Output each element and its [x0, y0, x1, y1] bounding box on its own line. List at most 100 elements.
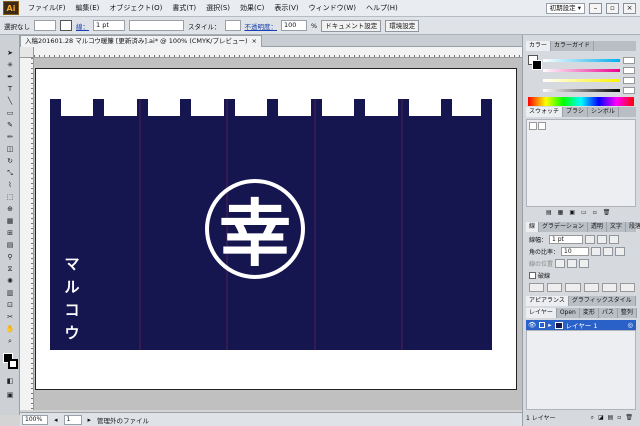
- width-tool-icon[interactable]: ⌇: [3, 181, 17, 190]
- drawing-mode-icon[interactable]: ◧: [3, 377, 17, 386]
- join-bevel-button[interactable]: [615, 247, 626, 256]
- new-color-group-icon[interactable]: ▭: [581, 209, 587, 219]
- rectangle-tool-icon[interactable]: ▭: [3, 109, 17, 118]
- tab-open[interactable]: Open: [557, 308, 580, 318]
- canvas-area[interactable]: 幸 マ ル コ ウ: [34, 58, 522, 410]
- menu-edit[interactable]: 編集(E): [71, 3, 105, 13]
- document-tab[interactable]: 入稿201601.28 マルコウ暖簾 [更新済み].ai* @ 100% (CM…: [20, 35, 262, 47]
- dash-field[interactable]: [529, 283, 545, 292]
- prev-artboard-icon[interactable]: ◂: [54, 416, 58, 424]
- dash-field[interactable]: [601, 283, 617, 292]
- yellow-slider[interactable]: [543, 77, 635, 84]
- tab-symbols[interactable]: シンボル: [588, 107, 619, 117]
- align-inside-button[interactable]: [567, 259, 578, 268]
- type-tool-icon[interactable]: T: [3, 85, 17, 94]
- ruler-origin[interactable]: [20, 47, 34, 58]
- align-outside-button[interactable]: [579, 259, 590, 268]
- fill-color-select[interactable]: [34, 20, 56, 31]
- close-tab-icon[interactable]: ×: [252, 36, 257, 47]
- menu-file[interactable]: ファイル(F): [23, 3, 71, 13]
- swatch-library-icon[interactable]: ▤: [546, 209, 552, 219]
- dashed-checkbox[interactable]: [529, 272, 536, 279]
- screen-mode-icon[interactable]: ▣: [3, 391, 17, 400]
- tab-gradient[interactable]: グラデーション: [539, 222, 588, 232]
- tab-paragraph[interactable]: 段落: [626, 222, 640, 232]
- tab-align[interactable]: 整列: [618, 308, 637, 318]
- tab-swatches[interactable]: スウォッチ: [526, 107, 564, 117]
- locate-object-icon[interactable]: ⌕: [591, 414, 594, 422]
- menu-type[interactable]: 書式(T): [167, 3, 201, 13]
- align-center-button[interactable]: [555, 259, 566, 268]
- preferences-button[interactable]: 環境設定: [385, 19, 420, 32]
- gap-field[interactable]: [583, 283, 599, 292]
- gradient-tool-icon[interactable]: ▤: [3, 241, 17, 250]
- variable-width-select[interactable]: [129, 20, 184, 31]
- swatch-registration[interactable]: [538, 122, 546, 130]
- delete-swatch-icon[interactable]: 🗑: [603, 209, 611, 219]
- zoom-tool-icon[interactable]: ⌕: [3, 337, 17, 346]
- visibility-eye-icon[interactable]: 👁: [528, 321, 536, 329]
- cyan-slider[interactable]: [543, 57, 635, 64]
- cap-round-button[interactable]: [597, 235, 608, 244]
- new-swatch-icon[interactable]: ▫: [593, 209, 597, 219]
- artboard[interactable]: 幸 マ ル コ ウ: [35, 68, 517, 390]
- stroke-swatch[interactable]: [60, 20, 72, 31]
- line-tool-icon[interactable]: ╲: [3, 97, 17, 106]
- menu-window[interactable]: ウィンドウ(W): [304, 3, 361, 13]
- menu-effect[interactable]: 効果(C): [235, 3, 269, 13]
- tab-color[interactable]: カラー: [526, 41, 552, 51]
- horizontal-ruler[interactable]: [34, 47, 522, 58]
- perspective-grid-tool-icon[interactable]: ▦: [3, 217, 17, 226]
- tab-graphic-styles[interactable]: グラフィックスタイル: [569, 296, 636, 306]
- pen-tool-icon[interactable]: ✒: [3, 73, 17, 82]
- lock-toggle[interactable]: [539, 322, 546, 328]
- paintbrush-tool-icon[interactable]: ✎: [3, 121, 17, 130]
- menu-object[interactable]: オブジェクト(O): [104, 3, 167, 13]
- color-stroke-icon[interactable]: [532, 60, 542, 70]
- selection-tool-icon[interactable]: ➤: [3, 49, 17, 58]
- opacity-field[interactable]: 100: [281, 20, 307, 31]
- join-round-button[interactable]: [603, 247, 614, 256]
- make-clipping-mask-icon[interactable]: ◪: [598, 414, 604, 421]
- artboard-tool-icon[interactable]: ⊡: [3, 301, 17, 310]
- menu-select[interactable]: 選択(S): [201, 3, 235, 13]
- minimize-button[interactable]: –: [589, 2, 602, 14]
- black-slider[interactable]: [543, 87, 635, 94]
- tab-character[interactable]: 文字: [607, 222, 626, 232]
- stroke-weight-input[interactable]: 1 pt: [549, 235, 584, 244]
- tab-appearance[interactable]: アピアランス: [526, 296, 569, 306]
- document-setup-button[interactable]: ドキュメント設定: [321, 19, 382, 32]
- swatch-kinds-icon[interactable]: ▦: [558, 209, 564, 219]
- layer-target-icon[interactable]: ◎: [627, 321, 633, 329]
- stroke-color-icon[interactable]: [8, 359, 18, 369]
- tab-pathfinder[interactable]: パス: [599, 308, 618, 318]
- scale-tool-icon[interactable]: ⤡: [3, 169, 17, 178]
- gap-field[interactable]: [619, 283, 636, 292]
- swatch-list[interactable]: [526, 119, 636, 207]
- new-layer-icon[interactable]: ▫: [617, 414, 621, 421]
- menu-view[interactable]: 表示(V): [269, 3, 303, 13]
- shape-builder-tool-icon[interactable]: ⊕: [3, 205, 17, 214]
- menu-help[interactable]: ヘルプ(H): [361, 3, 403, 13]
- workspace-select[interactable]: 初期設定 ▾: [545, 2, 585, 14]
- tab-stroke[interactable]: 線: [526, 222, 540, 232]
- tab-brushes[interactable]: ブラシ: [563, 107, 588, 117]
- layer-row[interactable]: 👁 ▸ レイヤー 1 ◎: [526, 320, 636, 330]
- graph-tool-icon[interactable]: ▥: [3, 289, 17, 298]
- color-spectrum[interactable]: [528, 97, 634, 106]
- layer-name[interactable]: レイヤー 1: [566, 320, 598, 330]
- eraser-tool-icon[interactable]: ◫: [3, 145, 17, 154]
- free-transform-tool-icon[interactable]: ⬚: [3, 193, 17, 202]
- tab-transform[interactable]: 変形: [580, 308, 599, 318]
- miter-input[interactable]: 10: [561, 247, 590, 256]
- symbol-sprayer-tool-icon[interactable]: ✺: [3, 277, 17, 286]
- eyedropper-tool-icon[interactable]: ⚲: [3, 253, 17, 262]
- magenta-slider[interactable]: [543, 67, 635, 74]
- new-sublayer-icon[interactable]: ▤: [608, 414, 614, 421]
- expand-arrow-icon[interactable]: ▸: [548, 321, 551, 329]
- dash-field[interactable]: [565, 283, 581, 292]
- next-artboard-icon[interactable]: ▸: [88, 416, 92, 424]
- vertical-ruler[interactable]: [20, 58, 34, 410]
- slice-tool-icon[interactable]: ✂: [3, 313, 17, 322]
- noren-artwork[interactable]: 幸 マ ル コ ウ: [36, 69, 516, 389]
